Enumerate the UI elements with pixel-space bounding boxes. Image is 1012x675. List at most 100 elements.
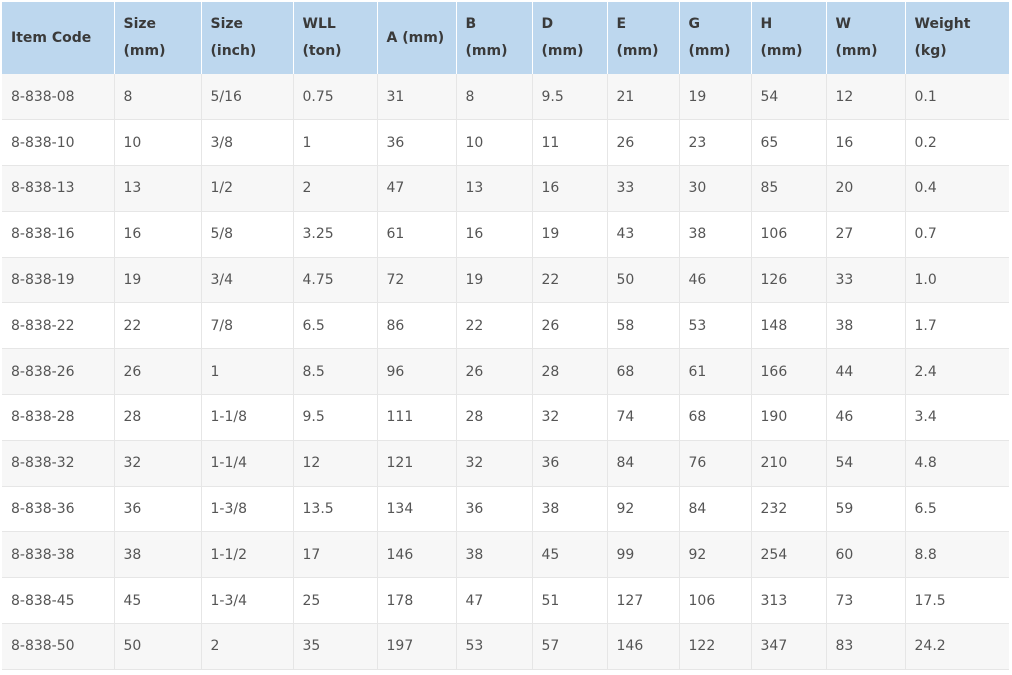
- cell-d: 28: [532, 348, 608, 396]
- cell-b: 19: [456, 257, 533, 304]
- header-row: Item Code Size (mm) Size (inch) WLL (ton) A…: [2, 2, 1009, 74]
- table-body: 8-838-08 8 5/16 0.75 31 8 9.5 21 19 54 12 0.1 8-838-…: [2, 74, 1009, 670]
- cell-w: 73: [826, 577, 906, 625]
- cell-weight: 24.2: [905, 623, 1009, 670]
- header-b: B (mm): [456, 2, 533, 74]
- cell-e: 33: [607, 165, 680, 212]
- cell-d: 32: [532, 394, 608, 441]
- cell-size-mm: 28: [114, 394, 202, 441]
- cell-e: 146: [607, 623, 680, 670]
- cell-item-code: 8-838-32: [2, 440, 115, 487]
- cell-e: 43: [607, 211, 680, 258]
- cell-a: 47: [377, 165, 457, 212]
- cell-item-code: 8-838-10: [2, 119, 115, 167]
- cell-a: 111: [377, 394, 457, 441]
- table-row: 8-838-08 8 5/16 0.75 31 8 9.5 21 19 54 12 0.1: [2, 74, 1009, 121]
- cell-e: 68: [607, 348, 680, 396]
- table-row: 8-838-36 36 1-3/8 13.5 134 36 38 92 84 232 59 6.5: [2, 486, 1009, 533]
- header-label: W (mm): [835, 16, 878, 59]
- cell-w: 12: [826, 74, 906, 121]
- cell-h: 347: [751, 623, 827, 670]
- cell-size-inch: 7/8: [201, 302, 294, 350]
- cell-g: 92: [679, 531, 752, 579]
- cell-w: 54: [826, 440, 906, 487]
- cell-g: 68: [679, 394, 752, 441]
- table-row: 8-838-26 26 1 8.5 96 26 28 68 61 166 44 2.4: [2, 348, 1009, 396]
- cell-e: 26: [607, 119, 680, 167]
- cell-wll: 4.75: [293, 257, 378, 304]
- header-label: D (mm): [541, 16, 584, 59]
- cell-d: 9.5: [532, 74, 608, 121]
- cell-g: 61: [679, 348, 752, 396]
- header-a: A (mm): [377, 2, 457, 74]
- header-label: Weight (kg): [914, 16, 971, 59]
- cell-size-mm: 22: [114, 302, 202, 350]
- header-label: A (mm): [386, 29, 445, 46]
- cell-d: 51: [532, 577, 608, 625]
- cell-weight: 2.4: [905, 348, 1009, 396]
- cell-weight: 0.2: [905, 119, 1009, 167]
- header-w: W (mm): [826, 2, 906, 74]
- cell-e: 99: [607, 531, 680, 579]
- cell-a: 86: [377, 302, 457, 350]
- header-label: Item Code: [11, 29, 92, 46]
- cell-w: 44: [826, 348, 906, 396]
- spec-table: Item Code Size (mm) Size (inch) WLL (ton) A…: [2, 2, 1009, 670]
- cell-size-mm: 50: [114, 623, 202, 670]
- cell-item-code: 8-838-28: [2, 394, 115, 441]
- cell-item-code: 8-838-22: [2, 302, 115, 350]
- cell-h: 232: [751, 486, 827, 533]
- cell-a: 72: [377, 257, 457, 304]
- header-label: G (mm): [688, 16, 731, 59]
- cell-item-code: 8-838-50: [2, 623, 115, 670]
- cell-wll: 1: [293, 119, 378, 167]
- cell-d: 36: [532, 440, 608, 487]
- header-size-mm: Size (mm): [114, 2, 202, 74]
- cell-a: 31: [377, 74, 457, 121]
- cell-g: 76: [679, 440, 752, 487]
- cell-g: 19: [679, 74, 752, 121]
- cell-g: 38: [679, 211, 752, 258]
- cell-weight: 0.7: [905, 211, 1009, 258]
- cell-d: 19: [532, 211, 608, 258]
- cell-size-mm: 32: [114, 440, 202, 487]
- header-unit: (inch): [210, 43, 257, 59]
- cell-a: 36: [377, 119, 457, 167]
- table-row: 8-838-22 22 7/8 6.5 86 22 26 58 53 148 38 1.7: [2, 302, 1009, 350]
- cell-a: 96: [377, 348, 457, 396]
- cell-w: 33: [826, 257, 906, 304]
- cell-weight: 1.7: [905, 302, 1009, 350]
- cell-h: 54: [751, 74, 827, 121]
- cell-weight: 0.1: [905, 74, 1009, 121]
- cell-size-inch: 1-3/8: [201, 486, 294, 533]
- cell-d: 16: [532, 165, 608, 212]
- cell-size-inch: 3/8: [201, 119, 294, 167]
- cell-wll: 17: [293, 531, 378, 579]
- cell-size-mm: 38: [114, 531, 202, 579]
- cell-b: 28: [456, 394, 533, 441]
- header-label: Size: [123, 16, 157, 32]
- cell-w: 46: [826, 394, 906, 441]
- cell-h: 106: [751, 211, 827, 258]
- header-label: E (mm): [616, 16, 659, 59]
- header-weight: Weight (kg): [905, 2, 1009, 74]
- cell-wll: 2: [293, 165, 378, 212]
- cell-weight: 8.8: [905, 531, 1009, 579]
- cell-a: 197: [377, 623, 457, 670]
- cell-b: 10: [456, 119, 533, 167]
- cell-b: 36: [456, 486, 533, 533]
- cell-b: 8: [456, 74, 533, 121]
- cell-e: 92: [607, 486, 680, 533]
- cell-w: 27: [826, 211, 906, 258]
- cell-b: 47: [456, 577, 533, 625]
- header-label: WLL: [302, 16, 336, 32]
- cell-a: 61: [377, 211, 457, 258]
- cell-size-inch: 5/8: [201, 211, 294, 258]
- cell-h: 166: [751, 348, 827, 396]
- cell-w: 16: [826, 119, 906, 167]
- cell-weight: 1.0: [905, 257, 1009, 304]
- cell-d: 22: [532, 257, 608, 304]
- cell-w: 38: [826, 302, 906, 350]
- cell-b: 53: [456, 623, 533, 670]
- table-row: 8-838-19 19 3/4 4.75 72 19 22 50 46 126 33 1.0: [2, 257, 1009, 304]
